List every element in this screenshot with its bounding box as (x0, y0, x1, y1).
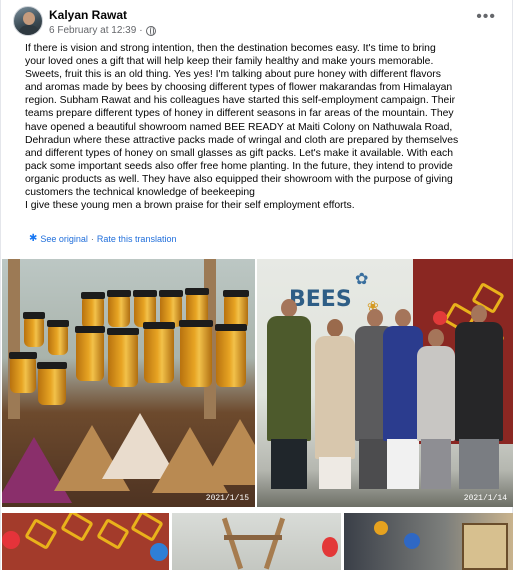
photo-hexagon-display[interactable] (2, 513, 169, 570)
balloon (374, 521, 388, 535)
hexagon-shelf (24, 517, 58, 551)
post-date[interactable]: 6 February at 12:39 (49, 25, 136, 36)
hexagon-shelf (96, 517, 130, 551)
photo-honey-jars[interactable]: 2021/1/15 (2, 259, 255, 507)
post-body-text: If there is vision and strong intention,… (25, 43, 459, 212)
balloon (150, 543, 168, 561)
avatar-body (18, 25, 40, 35)
honey-jar (75, 326, 105, 381)
photo-grid: 2021/1/15 BEES ✿ ❀ 2021/1/14 (2, 259, 513, 570)
mural-flower-icon: ✿ (355, 269, 369, 288)
honey-jar (47, 320, 69, 355)
hexagon-shelf (130, 513, 164, 543)
honey-jar (37, 362, 67, 405)
post-meta: 6 February at 12:39 · (49, 25, 156, 36)
balloon (2, 531, 20, 549)
gear-icon: ✱ (29, 233, 38, 244)
photo-bamboo-stand[interactable] (172, 513, 341, 570)
honey-jar (143, 322, 175, 383)
hexagon-shelf (60, 513, 94, 543)
shelf-pole (8, 259, 20, 419)
author-avatar[interactable] (13, 6, 43, 36)
facebook-post: Kalyan Rawat 6 February at 12:39 · ••• I… (0, 0, 513, 570)
bamboo-pole (221, 517, 244, 570)
translation-bar: ✱ See original · Rate this translation (29, 233, 176, 244)
avatar-head (23, 12, 35, 25)
gift-pack (202, 419, 255, 485)
translation-separator: · (90, 233, 94, 244)
honey-jar (23, 312, 45, 347)
photo-showroom-shelves[interactable] (344, 513, 513, 570)
post-header: Kalyan Rawat 6 February at 12:39 · ••• (13, 6, 500, 42)
ellipsis-icon[interactable]: ••• (476, 9, 496, 25)
photo-timestamp: 2021/1/15 (205, 494, 249, 503)
meta-separator: · (139, 25, 143, 36)
display-shelf (462, 523, 508, 570)
person (315, 319, 355, 489)
person (455, 305, 503, 489)
globe-icon[interactable] (145, 25, 156, 36)
honey-jar (215, 324, 247, 387)
honey-jar (107, 328, 139, 387)
person (267, 299, 311, 489)
person (417, 329, 455, 489)
see-original-link[interactable]: See original (40, 234, 88, 244)
balloon (322, 537, 338, 557)
photo-timestamp: 2021/1/14 (463, 494, 507, 503)
balloon (433, 311, 447, 325)
bamboo-pole (263, 517, 286, 570)
rate-translation-link[interactable]: Rate this translation (97, 234, 177, 244)
photo-group[interactable]: BEES ✿ ❀ 2021/1/14 (257, 259, 513, 507)
honey-jar (179, 320, 213, 387)
honey-jar (9, 352, 37, 393)
bamboo-crossbar (224, 535, 282, 540)
honey-jar (81, 292, 105, 329)
author-name[interactable]: Kalyan Rawat (49, 8, 127, 22)
honey-jar (107, 290, 131, 327)
balloon (404, 533, 420, 549)
